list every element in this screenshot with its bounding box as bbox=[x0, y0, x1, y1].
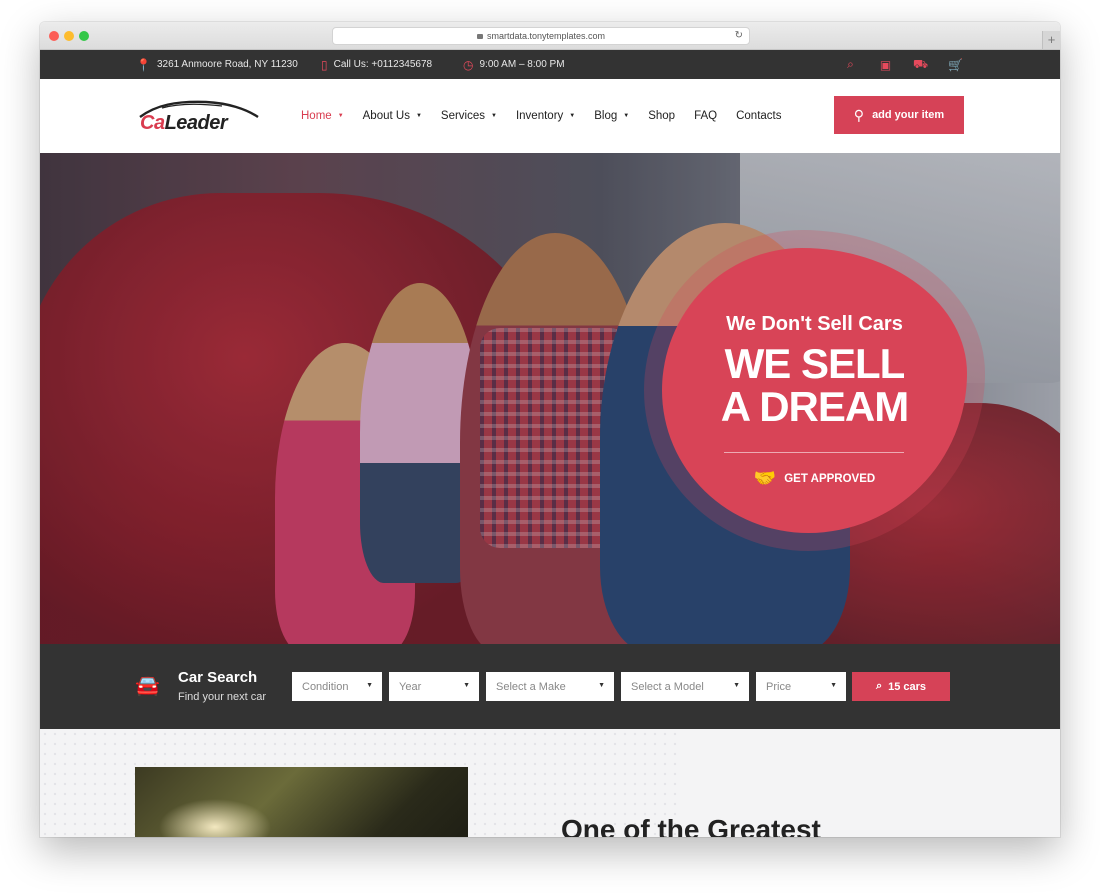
top-icons: ⌕ ▣ ⛟ 🛒 bbox=[842, 50, 964, 79]
user-icon[interactable]: ▣ bbox=[877, 58, 894, 72]
car-search-title: Car Search bbox=[178, 669, 258, 686]
model-select[interactable]: Select a Model ▼ bbox=[621, 672, 749, 701]
year-select-value: Year bbox=[399, 680, 422, 693]
nav-label: About Us bbox=[362, 110, 410, 122]
search-icon: ⌕ bbox=[875, 680, 883, 692]
search-icon[interactable]: ⌕ bbox=[842, 57, 859, 72]
nav-label: Services bbox=[440, 110, 486, 122]
make-select-value: Select a Make bbox=[496, 680, 566, 693]
phone-text: Call Us: +0112345678 bbox=[333, 59, 433, 70]
map-pin-icon: 📍 bbox=[136, 57, 151, 72]
nav-item-faq[interactable]: FAQ bbox=[694, 110, 717, 122]
nav-item-blog[interactable]: Blog ▼ bbox=[594, 110, 629, 122]
chevron-down-icon: ▼ bbox=[366, 682, 373, 689]
handshake-icon: 🤝 bbox=[753, 468, 777, 488]
model-select-value: Select a Model bbox=[631, 680, 704, 693]
hero-banner: We Don't Sell Cars WE SELL A DREAM 🤝 GET… bbox=[40, 153, 1060, 644]
nav-label: Home bbox=[301, 110, 332, 122]
nav-item-services[interactable]: Services ▼ bbox=[441, 110, 497, 122]
chevron-down-icon: ▼ bbox=[463, 682, 470, 689]
about-section: One of the Greatest bbox=[40, 729, 1060, 837]
nav-item-contacts[interactable]: Contacts bbox=[736, 110, 781, 122]
nav-label: Blog bbox=[594, 110, 618, 122]
browser-window: smartdata.tonytemplates.com ↻ + 📍 3261 A… bbox=[40, 22, 1060, 837]
hero-headline-line1: WE SELL bbox=[724, 340, 906, 387]
chevron-down-icon: ▼ bbox=[569, 113, 576, 119]
nav-label: FAQ bbox=[694, 110, 718, 122]
nav-label: Shop bbox=[648, 110, 676, 122]
minimize-window-button[interactable] bbox=[64, 31, 74, 41]
condition-select[interactable]: Condition ▼ bbox=[292, 672, 382, 701]
reload-icon[interactable]: ↻ bbox=[735, 28, 743, 44]
lock-icon bbox=[476, 34, 483, 39]
main-nav: Home ▼ About Us ▼ Services ▼ Inventory ▼ Blo… bbox=[301, 79, 800, 153]
nav-label: Contacts bbox=[736, 110, 782, 122]
logo-prefix: Ca bbox=[140, 112, 165, 134]
hours-info: ◷ 9:00 AM – 8:00 PM bbox=[463, 50, 565, 79]
car-search-bar: 🚘 Car Search Find your next car Conditio… bbox=[40, 644, 1060, 729]
top-info-bar: 📍 3261 Anmoore Road, NY 11230 ▯ Call Us:… bbox=[40, 50, 1060, 79]
nav-label: Inventory bbox=[515, 110, 564, 122]
hero-headline-line2: A DREAM bbox=[720, 383, 909, 430]
car-search-icon: 🚘 bbox=[135, 675, 160, 697]
about-headline: One of the Greatest bbox=[561, 814, 821, 837]
car-icon[interactable]: ⛟ bbox=[912, 57, 929, 73]
hero-headline: WE SELL A DREAM bbox=[662, 342, 967, 428]
hours-text: 9:00 AM – 8:00 PM bbox=[479, 59, 565, 70]
new-tab-button[interactable]: + bbox=[1042, 31, 1060, 49]
price-select-value: Price bbox=[766, 680, 792, 693]
chevron-down-icon: ▼ bbox=[830, 682, 837, 689]
search-cars-label: 15 cars bbox=[888, 680, 927, 693]
phone-icon: ▯ bbox=[321, 57, 328, 72]
nav-item-about-us[interactable]: About Us ▼ bbox=[363, 110, 422, 122]
nav-item-home[interactable]: Home ▼ bbox=[301, 110, 344, 122]
address-bar-url: smartdata.tonytemplates.com bbox=[486, 31, 606, 41]
address-info: 📍 3261 Anmoore Road, NY 11230 bbox=[136, 50, 298, 79]
year-select[interactable]: Year ▼ bbox=[389, 672, 479, 701]
browser-toolbar: smartdata.tonytemplates.com ↻ + bbox=[40, 22, 1060, 50]
nav-item-shop[interactable]: Shop bbox=[648, 110, 675, 122]
make-select[interactable]: Select a Make ▼ bbox=[486, 672, 614, 701]
price-select[interactable]: Price ▼ bbox=[756, 672, 846, 701]
nav-item-inventory[interactable]: Inventory ▼ bbox=[516, 110, 575, 122]
cart-icon[interactable]: 🛒 bbox=[947, 58, 964, 72]
logo-suffix: Leader bbox=[164, 112, 228, 134]
search-cars-button[interactable]: ⌕ 15 cars bbox=[852, 672, 950, 701]
car-search-subtitle: Find your next car bbox=[178, 691, 267, 703]
logo-text: CaLeader bbox=[140, 112, 228, 135]
address-text: 3261 Anmoore Road, NY 11230 bbox=[156, 59, 298, 70]
chevron-down-icon: ▼ bbox=[415, 113, 422, 119]
get-approved-label: GET APPROVED bbox=[784, 472, 876, 485]
site-header: CaLeader Home ▼ About Us ▼ Services ▼ Inven… bbox=[40, 79, 1060, 153]
add-item-button[interactable]: ⚲ add your item bbox=[834, 96, 964, 134]
about-photo bbox=[135, 767, 468, 837]
add-item-label: add your item bbox=[872, 109, 945, 121]
clock-icon: ◷ bbox=[463, 57, 474, 72]
address-bar[interactable]: smartdata.tonytemplates.com ↻ bbox=[332, 27, 750, 45]
get-approved-button[interactable]: 🤝 GET APPROVED bbox=[662, 468, 967, 489]
chevron-down-icon: ▼ bbox=[733, 682, 740, 689]
hero-tagline: We Don't Sell Cars bbox=[726, 313, 903, 335]
add-item-icon: ⚲ bbox=[853, 106, 865, 123]
zoom-window-button[interactable] bbox=[79, 31, 89, 41]
condition-select-value: Condition bbox=[302, 680, 349, 693]
chevron-down-icon: ▼ bbox=[337, 113, 344, 119]
chevron-down-icon: ▼ bbox=[491, 113, 497, 119]
chevron-down-icon: ▼ bbox=[623, 113, 630, 119]
phone-info: ▯ Call Us: +0112345678 bbox=[321, 50, 432, 79]
chevron-down-icon: ▼ bbox=[598, 682, 605, 689]
site-logo[interactable]: CaLeader bbox=[136, 97, 262, 137]
close-window-button[interactable] bbox=[49, 31, 59, 41]
hero-divider bbox=[724, 452, 904, 453]
